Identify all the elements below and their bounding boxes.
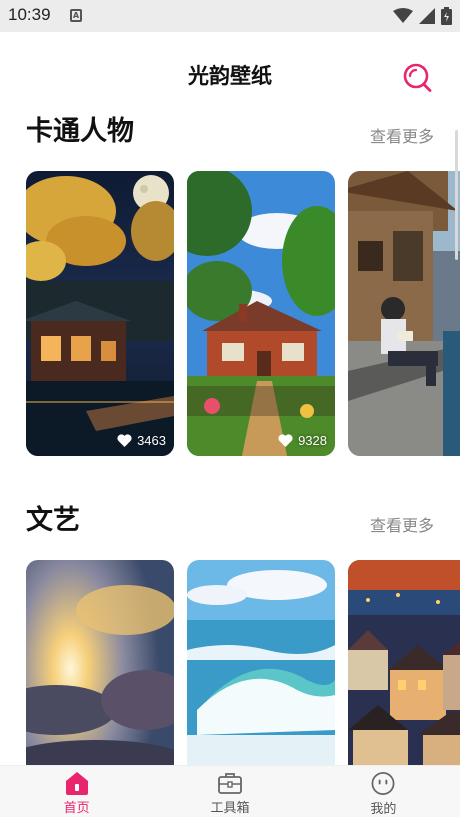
wallpaper-card[interactable] [348, 171, 460, 456]
likes-count: 9328 [278, 433, 327, 448]
status-bar: 10:39 A [0, 0, 460, 32]
nav-home[interactable]: 首页 [0, 766, 153, 817]
wallpaper-image [26, 560, 174, 765]
toolbox-icon [218, 773, 242, 794]
wallpaper-image [26, 171, 174, 456]
likes-value: 9328 [298, 433, 327, 448]
search-icon[interactable] [401, 61, 433, 93]
section-title-cartoon: 卡通人物 [26, 116, 134, 147]
cartoon-card-row[interactable]: 3463 9328 [26, 171, 460, 461]
notification-icon: A [70, 9, 82, 22]
smiley-face-icon [371, 772, 395, 795]
nav-home-label: 首页 [63, 801, 90, 816]
see-more-art-link[interactable]: 查看更多 [370, 512, 434, 536]
heart-icon [278, 434, 293, 447]
wallpaper-card[interactable] [348, 560, 460, 765]
wallpaper-card[interactable] [187, 560, 335, 765]
scrollbar[interactable] [455, 130, 458, 260]
see-more-cartoon-link[interactable]: 查看更多 [370, 123, 434, 147]
wallpaper-card[interactable] [26, 560, 174, 765]
wallpaper-image [187, 171, 335, 456]
likes-value: 3463 [137, 433, 166, 448]
art-card-row[interactable] [26, 560, 460, 765]
section-title-art: 文艺 [26, 505, 80, 536]
status-icons [393, 6, 452, 26]
signal-icon [419, 8, 435, 24]
wifi-icon [393, 8, 413, 23]
wallpaper-image [348, 560, 460, 765]
nav-mine[interactable]: 我的 [307, 766, 460, 817]
wallpaper-card[interactable]: 3463 [26, 171, 174, 456]
nav-toolbox[interactable]: 工具箱 [153, 766, 306, 817]
bottom-navigation: 首页 工具箱 我的 [0, 765, 460, 817]
wallpaper-image [348, 171, 460, 456]
battery-icon [441, 7, 452, 25]
wallpaper-image [187, 560, 335, 765]
nav-mine-label: 我的 [370, 802, 397, 817]
nav-toolbox-label: 工具箱 [210, 801, 250, 816]
status-time: 10:39 [8, 5, 51, 24]
home-icon [65, 772, 88, 795]
heart-icon [117, 434, 132, 447]
likes-count: 3463 [117, 433, 166, 448]
wallpaper-card[interactable]: 9328 [187, 171, 335, 456]
app-title: 光韵壁纸 [188, 64, 272, 88]
